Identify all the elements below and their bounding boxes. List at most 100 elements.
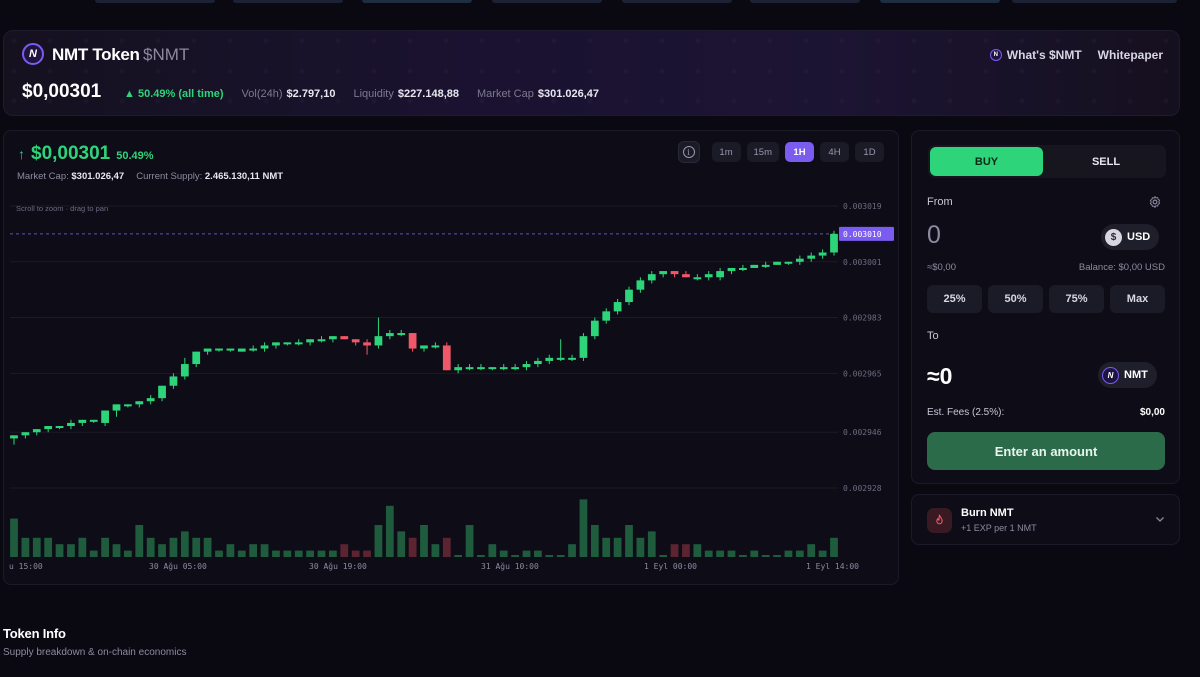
settings-gear-icon[interactable] [1148,195,1162,209]
volume-bar [454,555,463,557]
volume-bar [693,544,702,557]
from-token-label: USD [1127,231,1151,243]
candle-up [795,258,804,262]
volume-bar [807,544,816,557]
chart-info-button[interactable]: i [677,141,700,163]
volume-bar [727,550,736,557]
timeframe-1m[interactable]: 1m [711,142,741,162]
sell-tab[interactable]: SELL [1048,147,1164,176]
volume-bar [397,531,406,557]
price-chart[interactable]: 0.003019 0.003001 0.002983 0.002965 0.002946… [4,131,899,585]
candle-up [21,432,30,436]
candle-up [158,385,166,399]
volume-bar [556,555,565,557]
header-change: ▲ 50.49% (all time) [124,88,224,100]
timeframe-1h[interactable]: 1H [785,142,814,162]
whats-nmt-link[interactable]: N What's $NMT [989,48,1082,62]
buy-sell-tabs: BUY SELL [928,145,1166,178]
volume-bar [625,525,633,557]
top-tab[interactable] [362,0,472,3]
candle-up [135,401,144,405]
pct-50-button[interactable]: 50% [988,285,1043,313]
volume-bar [101,537,109,557]
header-price: $0,00301 [22,81,102,102]
top-tab[interactable] [492,0,602,3]
candle-up [215,348,223,351]
nmt-logo-icon: N [22,43,44,65]
candle-up [32,429,41,433]
volume-bar [647,531,656,557]
burn-subtitle: +1 EXP per 1 NMT [961,523,1037,533]
timeframe-1d[interactable]: 1D [855,142,884,162]
candle-up [420,345,428,349]
whitepaper-link[interactable]: Whitepaper [1098,48,1163,62]
candle-up [773,261,781,265]
volume-bar [44,537,53,557]
x-tick-label: 30 Ağu 19:00 [309,562,367,571]
chevron-down-icon[interactable] [1155,514,1165,524]
top-tab[interactable] [95,0,215,3]
current-price-label: 0.003010 [843,230,882,239]
volume-bar [761,555,770,557]
volume-bar [636,537,645,557]
candle-up [818,252,827,256]
top-tab[interactable] [1012,0,1177,3]
vol-value: $2.797,10 [286,88,336,100]
volume-bar [249,544,258,557]
from-token-select[interactable]: $ USD [1101,224,1160,250]
token-header: N NMT Token $NMT N What's $NMT Whitepape… [3,30,1180,116]
vol-label: Vol(24h) [241,88,283,100]
timeframe-15m[interactable]: 15m [746,142,779,162]
volume-bar [659,555,668,557]
top-tab[interactable] [233,0,343,3]
volume-bar [329,550,337,557]
volume-bar [78,537,87,557]
max-button[interactable]: Max [1110,285,1165,313]
percent-buttons: 25% 50% 75% Max [927,285,1165,313]
timeframe-4h[interactable]: 4H [820,142,849,162]
to-token-label: NMT [1124,369,1148,381]
x-tick-label: 1 Eyl 00:00 [644,562,697,571]
candle-up [659,271,668,275]
candle-up [784,261,793,264]
candle-up [226,348,235,351]
candle-up [613,302,622,312]
candle-up [739,267,747,270]
volume-bar [568,544,576,557]
candle-up [568,357,576,360]
to-token-select[interactable]: N NMT [1098,362,1157,388]
top-tab[interactable] [750,0,860,3]
candle-up [67,422,75,427]
submit-trade-button[interactable]: Enter an amount [927,432,1165,470]
header-stats: ▲ 50.49% (all time) Vol(24h) $2.797,10 Li… [124,88,599,100]
volume-bar [317,550,326,557]
top-tab[interactable] [622,0,732,3]
top-tab[interactable] [880,0,1000,3]
volume-bar [135,525,144,557]
pct-75-button[interactable]: 75% [1049,285,1104,313]
y-tick-label: 0.003001 [843,258,882,267]
whitepaper-label: Whitepaper [1097,48,1163,62]
pct-25-button[interactable]: 25% [927,285,982,313]
to-amount: ≈0 [927,363,953,389]
candle-up [830,233,838,253]
nmt-coin-icon: N [1102,366,1119,384]
volume-bar [203,537,212,557]
buy-tab[interactable]: BUY [930,147,1043,176]
fees-label: Est. Fees (2.5%): [927,407,1005,418]
volume-bar [420,525,428,557]
y-tick-label: 0.002928 [843,484,882,493]
usd-coin-icon: $ [1105,228,1122,246]
volume-bar [351,550,360,557]
from-amount-input[interactable] [927,221,1047,250]
burn-nmt-card[interactable]: Burn NMT +1 EXP per 1 NMT [911,494,1180,545]
candle-up [317,339,326,342]
whats-nmt-label: What's $NMT [1006,48,1082,62]
volume-bar [306,550,314,557]
candle-up [602,311,611,321]
volume-bar [431,544,440,557]
volume-bar [408,537,417,557]
candle-up [477,367,485,370]
chart-mcap-value: $301.026,47 [71,171,125,182]
candle-up [511,367,519,370]
